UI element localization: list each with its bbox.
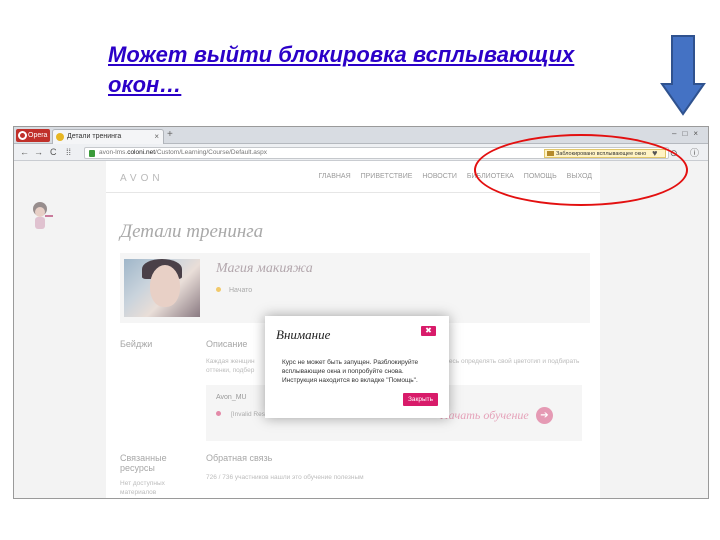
- description-text-left: Каждая женщин: [206, 358, 255, 365]
- start-training-link[interactable]: Начать обучение: [440, 408, 529, 423]
- course-thumbnail: [124, 259, 200, 317]
- modal-message: Курс не может быть запущен. Разблокируйт…: [282, 359, 419, 384]
- window-controls[interactable]: –□×: [672, 129, 704, 138]
- new-tab-button[interactable]: +: [167, 130, 179, 141]
- down-arrow-icon: [660, 35, 706, 116]
- back-button[interactable]: ←: [20, 147, 29, 158]
- description-label: Описание: [206, 339, 248, 349]
- feedback-text: 726 / 736 участников нашли это обучение …: [206, 474, 364, 481]
- reload-button[interactable]: C: [50, 147, 57, 158]
- module-title: Avon_MU: [216, 394, 247, 401]
- opera-label: Opera: [28, 132, 48, 139]
- related-resources-label: Связанные ресурсы: [120, 453, 167, 473]
- speed-dial-icon[interactable]: ⁞⁞: [66, 147, 71, 158]
- course-title: Магия макияжа: [216, 261, 313, 276]
- opera-icon: [18, 131, 27, 140]
- nav-home[interactable]: ГЛАВНАЯ: [319, 173, 351, 180]
- slide: Может выйти блокировка всплывающих окон……: [0, 0, 720, 540]
- tab-close-icon[interactable]: ×: [154, 130, 159, 143]
- avatar-icon: [33, 202, 53, 229]
- related-resources-text: Нет доступных материалов: [120, 480, 165, 496]
- page-title: Детали тренинга: [120, 221, 264, 242]
- modal-title: Внимание: [276, 327, 331, 342]
- modal-close-button[interactable]: Закрыть: [403, 393, 438, 406]
- nav-news[interactable]: НОВОСТИ: [422, 173, 457, 180]
- highlight-ellipse: [474, 134, 688, 206]
- web-page: AVON ГЛАВНАЯ ПРИВЕТСТВИЕ НОВОСТИ БИБЛИОТ…: [14, 161, 708, 498]
- lock-icon: [89, 150, 95, 157]
- description-text-right: тесь определять свой цветотип и подбират…: [446, 358, 580, 365]
- url-text: avon-lms.coloni.net/Custom/Learning/Cour…: [99, 149, 268, 156]
- tab-training-details[interactable]: Детали тренинга ×: [52, 129, 164, 144]
- course-status: Начато: [216, 287, 252, 294]
- description-text-left-2: оттенки, подбер: [206, 367, 255, 374]
- nav-welcome[interactable]: ПРИВЕТСТВИЕ: [361, 173, 413, 180]
- favicon-icon: [56, 133, 64, 141]
- course-card: Магия макияжа Начато: [120, 253, 590, 323]
- start-arrow-icon[interactable]: ➔: [536, 407, 553, 424]
- feedback-label: Обратная связь: [206, 453, 273, 463]
- tab-title: Детали тренинга: [67, 133, 122, 140]
- alert-modal: Внимание ✖ Курс не может быть запущен. Р…: [265, 316, 449, 418]
- opera-menu-button[interactable]: Opera: [16, 129, 50, 142]
- avon-logo: AVON: [120, 173, 164, 184]
- badges-label: Бейджи: [120, 339, 153, 349]
- slide-title: Может выйти блокировка всплывающих окон…: [108, 42, 575, 97]
- forward-button[interactable]: →: [34, 147, 43, 158]
- modal-close-icon[interactable]: ✖: [421, 326, 436, 336]
